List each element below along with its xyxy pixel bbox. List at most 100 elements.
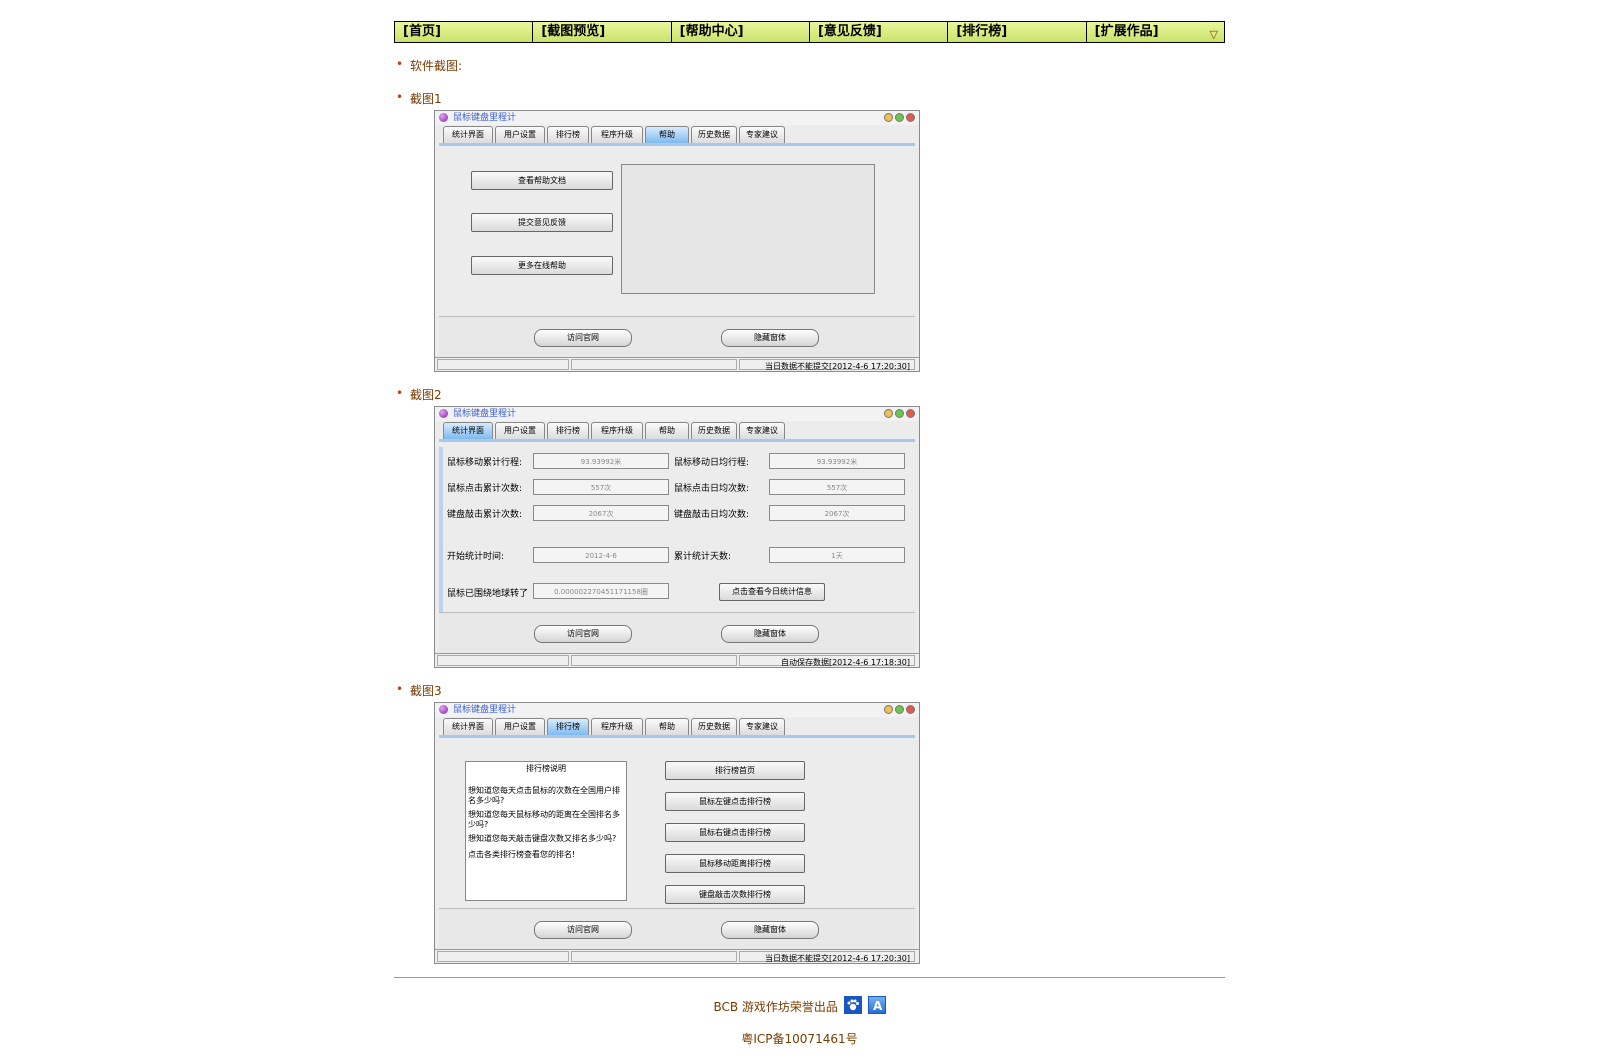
hide-window-button[interactable]: 隐藏窗体 (721, 625, 819, 643)
tab-upgrade[interactable]: 程序升级 (591, 718, 643, 735)
tab-stats[interactable]: 统计界面 (443, 422, 493, 439)
tab-history[interactable]: 历史数据 (691, 422, 737, 439)
tab-expert[interactable]: 专家建议 (739, 422, 785, 439)
app-tabs: 统计界面 用户设置 排行榜 程序升级 帮助 历史数据 专家建议 (435, 718, 919, 735)
maximize-icon[interactable] (895, 409, 904, 418)
minimize-icon[interactable] (884, 113, 893, 122)
app-icon (439, 409, 448, 418)
today-stats-button[interactable]: 点击查看今日统计信息 (719, 583, 825, 601)
intro-label: 软件截图: (396, 57, 462, 74)
tab-stats[interactable]: 统计界面 (443, 126, 493, 143)
visit-site-button[interactable]: 访问官网 (534, 625, 632, 643)
app-a-icon[interactable]: A (867, 996, 886, 1014)
status-seg2 (571, 359, 737, 370)
status-text: 当日数据不能提交[2012-4-6 17:20:30] (739, 951, 915, 963)
stat-label: 键盘敲击累计次数: (447, 510, 523, 520)
tab-expert[interactable]: 专家建议 (739, 718, 785, 735)
icp-record[interactable]: 粤ICP备10071461号 (0, 1030, 1599, 1047)
tab-ranking[interactable]: 排行榜 (547, 126, 589, 143)
tab-ranking[interactable]: 排行榜 (547, 718, 589, 735)
nav-help[interactable]: [帮助中心] (672, 22, 810, 42)
tab-upgrade[interactable]: 程序升级 (591, 422, 643, 439)
close-icon[interactable] (906, 705, 915, 714)
footer-credit: BCB 游戏作坊荣誉出品 A (0, 996, 1599, 1015)
nav-home[interactable]: [首页] (395, 22, 534, 42)
ranking-content: 排行榜说明 想知道您每天点击鼠标的次数在全国用户排名多少吗? 想知道您每天鼠标移… (439, 743, 915, 912)
shot3-label: 截图3 (396, 682, 441, 699)
footer-divider (394, 977, 1225, 978)
status-bar: 当日数据不能提交[2012-4-6 17:20:30] (435, 949, 919, 963)
nav-extensions[interactable]: [扩展作品] ▽ (1087, 22, 1224, 42)
hide-window-button[interactable]: 隐藏窗体 (721, 329, 819, 347)
submit-feedback-button[interactable]: 提交意见反馈 (471, 213, 613, 232)
shot1-window: 鼠标键盘里程计 统计界面 用户设置 排行榜 程序升级 帮助 历史数据 专家建议 … (434, 110, 920, 372)
credit-text: BCB 游戏作坊荣誉出品 (713, 1000, 838, 1014)
stat-value: 2067次 (769, 505, 905, 521)
tab-ranking[interactable]: 排行榜 (547, 422, 589, 439)
tab-rule (439, 439, 915, 442)
triangle-down-icon[interactable]: ▽ (1210, 25, 1218, 45)
nav-feedback[interactable]: [意见反馈] (810, 22, 949, 42)
hide-window-button[interactable]: 隐藏窗体 (721, 921, 819, 939)
tab-settings[interactable]: 用户设置 (495, 126, 545, 143)
stat-value: 93.93992米 (533, 453, 669, 469)
tab-help[interactable]: 帮助 (645, 422, 689, 439)
left-click-ranking-button[interactable]: 鼠标左键点击排行榜 (665, 792, 805, 811)
window-footer: 访问官网 隐藏窗体 (439, 908, 915, 949)
shot3-window: 鼠标键盘里程计 统计界面 用户设置 排行榜 程序升级 帮助 历史数据 专家建议 … (434, 702, 920, 964)
days-value: 1天 (769, 547, 905, 563)
minimize-icon[interactable] (884, 409, 893, 418)
close-icon[interactable] (906, 409, 915, 418)
status-text: 当日数据不能提交[2012-4-6 17:20:30] (739, 359, 915, 371)
window-controls (884, 113, 915, 122)
right-click-ranking-button[interactable]: 鼠标右键点击排行榜 (665, 823, 805, 842)
tab-rule (439, 735, 915, 738)
minimize-icon[interactable] (884, 705, 893, 714)
nav-screenshots[interactable]: [截图预览] (533, 22, 672, 42)
help-panel (621, 164, 875, 294)
tab-history[interactable]: 历史数据 (691, 126, 737, 143)
stat-value: 93.93992米 (769, 453, 905, 469)
help-doc-button[interactable]: 查看帮助文档 (471, 171, 613, 190)
status-seg2 (571, 951, 737, 962)
tab-history[interactable]: 历史数据 (691, 718, 737, 735)
stat-value: 557次 (769, 479, 905, 495)
maximize-icon[interactable] (895, 705, 904, 714)
window-titlebar: 鼠标键盘里程计 (435, 111, 919, 125)
more-help-button[interactable]: 更多在线帮助 (471, 256, 613, 275)
tab-rule (439, 143, 915, 146)
ranking-home-button[interactable]: 排行榜首页 (665, 761, 805, 780)
status-seg2 (571, 655, 737, 666)
ranking-line: 想知道您每天点击鼠标的次数在全国用户排名多少吗? (468, 786, 620, 805)
side-scrollbar[interactable] (439, 447, 443, 612)
keystroke-ranking-button[interactable]: 键盘敲击次数排行榜 (665, 885, 805, 904)
nav-ranking[interactable]: [排行榜] (948, 22, 1087, 42)
window-title: 鼠标键盘里程计 (453, 113, 517, 123)
stats-content: 鼠标移动累计行程: 93.93992米 鼠标移动日均行程: 93.93992米 … (439, 447, 915, 616)
window-titlebar: 鼠标键盘里程计 (435, 703, 919, 717)
app-icon (439, 113, 448, 122)
start-time-value: 2012-4-6 (533, 547, 669, 563)
tab-settings[interactable]: 用户设置 (495, 718, 545, 735)
status-seg1 (437, 951, 569, 962)
app-tabs: 统计界面 用户设置 排行榜 程序升级 帮助 历史数据 专家建议 (435, 126, 919, 143)
help-content: 查看帮助文档 提交意见反馈 更多在线帮助 (439, 151, 915, 320)
tab-expert[interactable]: 专家建议 (739, 126, 785, 143)
shot2-label: 截图2 (396, 386, 441, 403)
tab-help[interactable]: 帮助 (645, 126, 689, 143)
tab-upgrade[interactable]: 程序升级 (591, 126, 643, 143)
close-icon[interactable] (906, 113, 915, 122)
window-controls (884, 705, 915, 714)
tab-help[interactable]: 帮助 (645, 718, 689, 735)
tab-stats[interactable]: 统计界面 (443, 718, 493, 735)
tab-settings[interactable]: 用户设置 (495, 422, 545, 439)
maximize-icon[interactable] (895, 113, 904, 122)
mouse-distance-ranking-button[interactable]: 鼠标移动距离排行榜 (665, 854, 805, 873)
visit-site-button[interactable]: 访问官网 (534, 921, 632, 939)
start-time-label: 开始统计时间: (447, 552, 505, 562)
svg-text:A: A (873, 999, 883, 1013)
window-controls (884, 409, 915, 418)
status-bar: 自动保存数据[2012-4-6 17:18:30] (435, 653, 919, 667)
baidu-paw-icon[interactable] (843, 996, 862, 1014)
visit-site-button[interactable]: 访问官网 (534, 329, 632, 347)
